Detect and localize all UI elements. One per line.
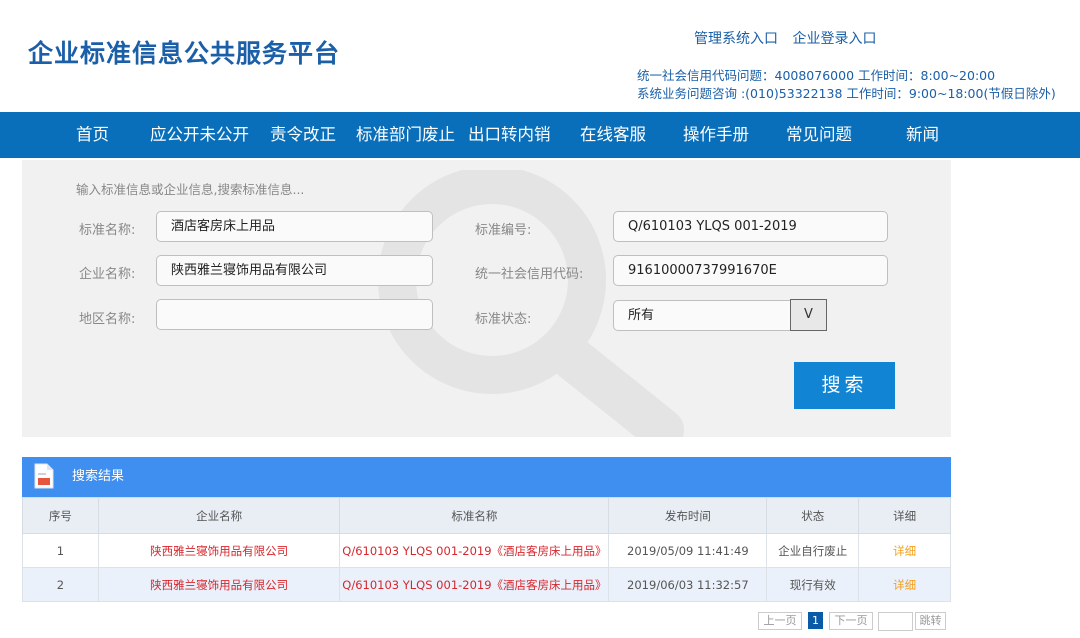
standard-link[interactable]: Q/610103 YLQS 001-2019《酒店客房床上用品》 [339,567,610,602]
admin-entry-link[interactable]: 管理系统入口 [694,31,778,47]
row-index: 2 [22,567,99,602]
nav-news[interactable]: 新闻 [906,112,939,158]
nav-faq[interactable]: 常见问题 [786,112,852,158]
company-name-label: 企业名称: [79,267,136,282]
page-jump-input[interactable] [878,612,913,631]
credit-code-label: 统一社会信用代码: [475,267,584,282]
nav-home[interactable]: 首页 [76,112,109,158]
col-company: 企业名称 [97,497,341,534]
col-published: 发布时间 [608,497,768,534]
search-hint: 输入标准信息或企业信息,搜索标准信息... [76,182,305,197]
credit-code-hotline: 统一社会信用代码问题：4008076000 工作时间：8:00~20:00 [637,68,996,83]
publish-time: 2019/06/03 11:32:57 [608,567,768,602]
results-header: 搜索结果 [22,457,951,497]
site-header: 企业标准信息公共服务平台 管理系统入口 企业登录入口 统一社会信用代码问题：40… [0,0,1080,112]
nav-manual[interactable]: 操作手册 [683,112,749,158]
nav-rectification[interactable]: 责令改正 [270,112,336,158]
jump-button[interactable]: 跳转 [915,612,946,630]
region-name-label: 地区名称: [79,312,136,327]
status-text: 现行有效 [766,567,860,602]
next-page-button[interactable]: 下一页 [829,612,873,630]
search-button[interactable]: 搜索 [794,362,895,409]
document-icon [34,463,54,489]
company-link[interactable]: 陕西雅兰寝饰用品有限公司 [97,567,341,602]
company-link[interactable]: 陕西雅兰寝饰用品有限公司 [97,533,341,568]
detail-link[interactable]: 详细 [858,567,951,602]
main-nav: 首页 应公开未公开 责令改正 标准部门废止 出口转内销 在线客服 操作手册 常见… [0,112,1080,158]
company-login-link[interactable]: 企业登录入口 [792,31,876,47]
nav-unpublished[interactable]: 应公开未公开 [150,112,249,158]
business-hotline: 系统业务问题咨询 :(010)53322138 工作时间：9:00~18:00(… [637,86,1056,101]
col-standard: 标准名称 [339,497,610,534]
col-status: 状态 [766,497,860,534]
std-name-input[interactable]: 酒店客房床上用品 [156,211,433,242]
std-no-label: 标准编号: [475,223,532,238]
std-name-label: 标准名称: [79,223,136,238]
chevron-down-icon[interactable]: V [790,299,827,331]
publish-time: 2019/05/09 11:41:49 [608,533,768,568]
nav-abolished[interactable]: 标准部门废止 [356,112,455,158]
nav-export-domestic[interactable]: 出口转内销 [468,112,551,158]
company-name-input[interactable]: 陕西雅兰寝饰用品有限公司 [156,255,433,286]
top-links: 管理系统入口 企业登录入口 [694,28,886,48]
row-index: 1 [22,533,99,568]
results-title: 搜索结果 [72,469,125,484]
nav-online-service[interactable]: 在线客服 [580,112,646,158]
current-page[interactable]: 1 [808,612,823,629]
col-detail: 详细 [858,497,951,534]
detail-link[interactable]: 详细 [858,533,951,568]
std-status-select[interactable]: 所有 [613,300,791,331]
site-logo[interactable]: 企业标准信息公共服务平台 [28,34,340,70]
status-text: 企业自行废止 [766,533,860,568]
col-index: 序号 [22,497,99,534]
search-panel: 输入标准信息或企业信息,搜索标准信息... 标准名称: 酒店客房床上用品 标准编… [22,160,951,437]
results-table: 序号 企业名称 标准名称 发布时间 状态 详细 1 陕西雅兰寝饰用品有限公司 Q… [22,497,951,602]
std-status-label: 标准状态: [475,312,532,327]
table-row: 2 陕西雅兰寝饰用品有限公司 Q/610103 YLQS 001-2019《酒店… [22,567,951,602]
region-name-input[interactable] [156,299,433,330]
std-no-input[interactable]: Q/610103 YLQS 001-2019 [613,211,888,242]
standard-link[interactable]: Q/610103 YLQS 001-2019《酒店客房床上用品》 [339,533,610,568]
table-row: 1 陕西雅兰寝饰用品有限公司 Q/610103 YLQS 001-2019《酒店… [22,533,951,568]
credit-code-input[interactable]: 91610000737991670E [613,255,888,286]
prev-page-button[interactable]: 上一页 [758,612,802,630]
table-header-row: 序号 企业名称 标准名称 发布时间 状态 详细 [22,497,951,534]
